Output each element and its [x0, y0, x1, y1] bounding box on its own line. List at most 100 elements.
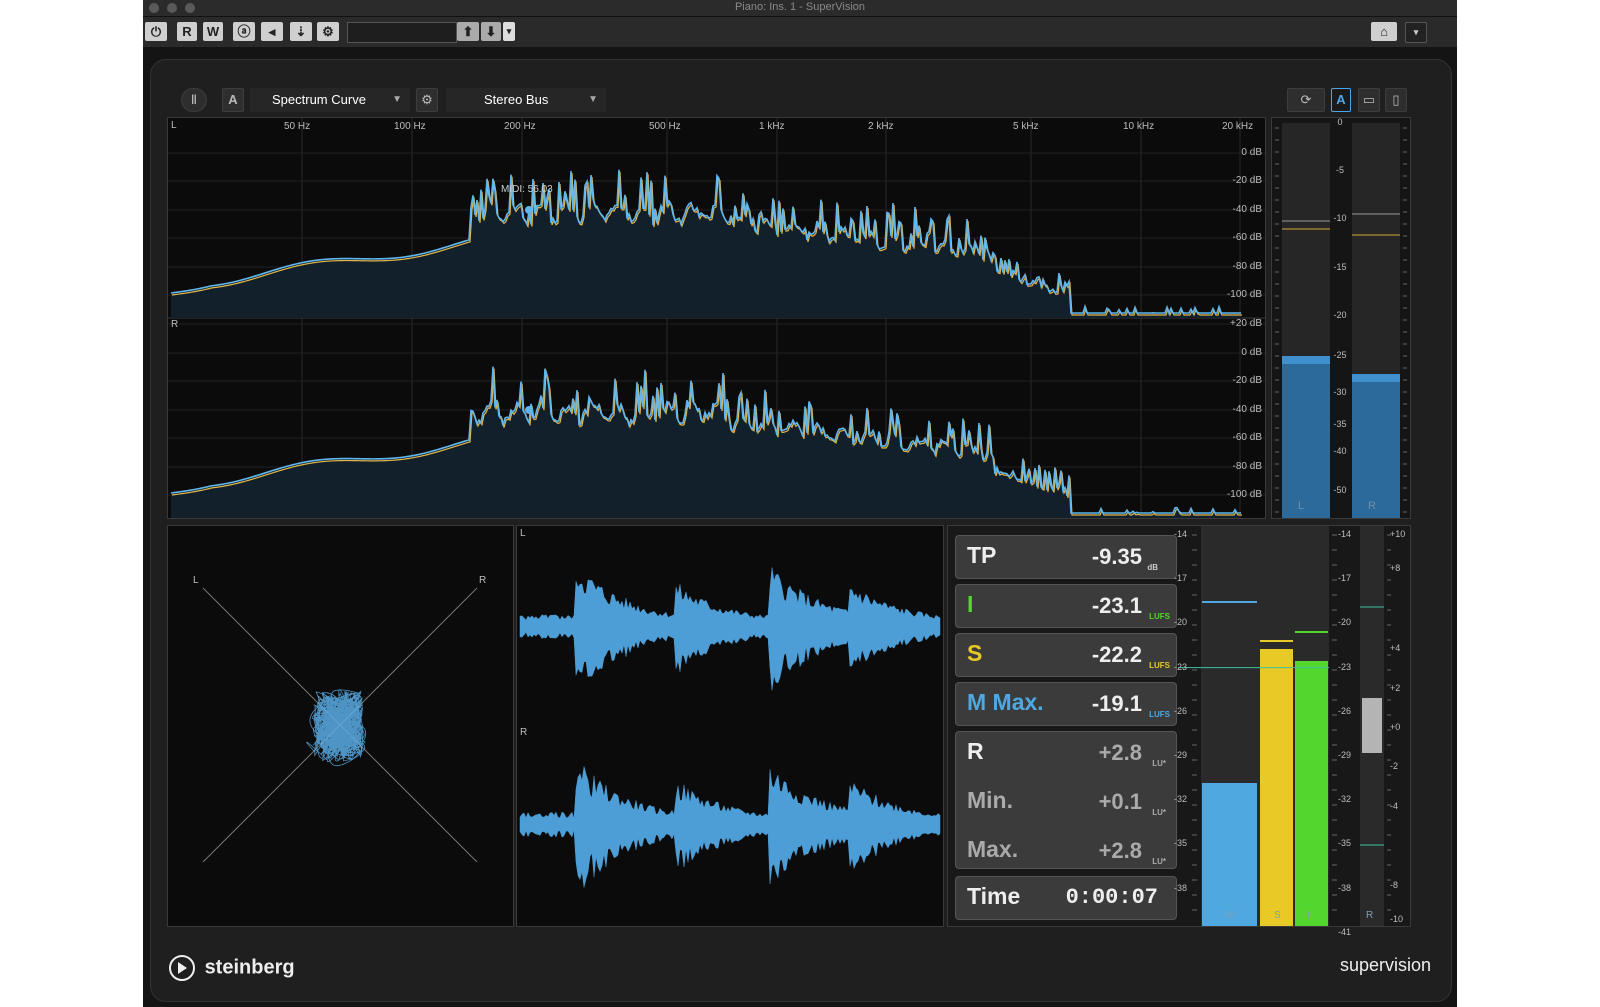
level-scale-label: -40 — [1333, 446, 1347, 456]
layout-side-icon[interactable]: ▯ — [1385, 88, 1407, 112]
steinberg-logo: steinberg — [169, 955, 295, 981]
dropdown-arrow-icon[interactable]: ▾ — [1405, 22, 1427, 43]
window-title: Piano: Ins. 1 - SuperVision — [734, 1, 866, 13]
max-unit: LU* — [1152, 857, 1166, 866]
preset-field[interactable] — [347, 22, 457, 43]
loudness-scale-r: -2 — [1390, 761, 1399, 771]
loudness-meter-graph — [1178, 526, 1391, 926]
right-a-button[interactable]: A — [1331, 88, 1351, 112]
waveform-graph — [519, 567, 941, 888]
level-meter-panel: L R 0 -5 -10 -15 -20 -25 -30 -35 -40 -50 — [1271, 117, 1411, 519]
preset-up-icon[interactable]: ⬆ — [457, 22, 479, 41]
power-icon[interactable]: ⏻ — [145, 22, 167, 41]
layout-bottom-icon[interactable]: ▭ — [1358, 88, 1380, 112]
freq-label: 5 kHz — [1013, 121, 1039, 132]
oscilloscope-L-label: L — [520, 528, 526, 539]
time-cell: Time 0:00:07 — [955, 876, 1177, 920]
monitor-icon[interactable]: ⓐ — [233, 22, 255, 41]
loudness-scale-r: -10 — [1390, 914, 1404, 924]
a-button[interactable]: A — [222, 88, 244, 112]
db-label-top: -80 dB — [1232, 261, 1262, 272]
meter-R-label: R — [1368, 500, 1376, 512]
min-unit: LU* — [1152, 808, 1166, 817]
mmax-value: -19.1 — [1091, 691, 1142, 716]
supervision-plugin: Ⅱ A Spectrum Curve ▼ ⚙ Stereo Bus ▼ ⟳ A … — [150, 59, 1452, 1002]
mmax-cell: M Max. -19.1 LUFS — [955, 682, 1177, 726]
loudness-scale-right: -29 — [1338, 750, 1352, 760]
tp-value: -9.35 — [1091, 544, 1142, 569]
tp-cell: TP -9.35 dB — [955, 535, 1177, 579]
db-label-bottom: -40 dB — [1232, 404, 1262, 415]
time-label: Time — [967, 883, 1021, 909]
channel-L-label: L — [171, 120, 177, 131]
loudness-scale-left: -38 — [1174, 882, 1188, 893]
db-label-bottom: -100 dB — [1226, 489, 1262, 500]
camera-icon[interactable]: ⌂ — [1371, 22, 1397, 41]
level-scale-label: -5 — [1335, 165, 1344, 175]
spectrum-panel: L R MIDI: 56.03 50 Hz 100 Hz 200 Hz 500 Hz 1… — [167, 117, 1266, 519]
plugin-window: Piano: Ins. 1 - SuperVision ⏻ R W ⓐ ◂ ⇣ … — [143, 0, 1457, 1007]
r-label: R — [967, 738, 984, 764]
freq-label: 50 Hz — [284, 121, 311, 132]
read-automation-button[interactable]: R — [177, 22, 197, 41]
left-arrow-icon[interactable]: ◂ — [261, 22, 283, 41]
loudness-scale-left: -20 — [1174, 617, 1188, 628]
preset-down-icon[interactable]: ⬇ — [481, 22, 501, 41]
max-label: Max. — [967, 836, 1019, 862]
loudness-scale-right: -14 — [1338, 529, 1352, 539]
db-label-bottom: +20 dB — [1230, 318, 1262, 329]
freq-label: 2 kHz — [868, 121, 894, 132]
module-select[interactable]: Spectrum Curve ▼ — [250, 88, 410, 112]
spectrum-graph — [168, 118, 1265, 518]
oscilloscope-R-label: R — [520, 727, 528, 738]
level-scale-label: 0 — [1337, 117, 1343, 127]
s-value: -22.2 — [1091, 642, 1142, 667]
tp-label: TP — [967, 542, 997, 568]
time-value: 0:00:07 — [1065, 885, 1158, 910]
loudness-scale-right: -26 — [1338, 705, 1352, 716]
write-automation-button[interactable]: W — [203, 22, 223, 41]
freq-label: 20 kHz — [1222, 121, 1254, 132]
loudness-scale-r: -4 — [1390, 801, 1399, 811]
freq-label: 200 Hz — [504, 121, 536, 132]
s-cell: S -22.2 LUFS — [955, 633, 1177, 677]
i-label: I — [967, 591, 974, 617]
mmax-unit: LUFS — [1149, 710, 1170, 719]
level-scale-label: -35 — [1333, 419, 1347, 429]
loudness-scale-r: +10 — [1390, 529, 1406, 539]
loudness-scale-left: -35 — [1174, 838, 1188, 849]
loudness-bar-label: I — [1307, 910, 1310, 921]
level-scale-label: -50 — [1333, 485, 1347, 495]
i-unit: LUFS — [1149, 612, 1170, 621]
db-label-bottom: 0 dB — [1241, 347, 1262, 358]
settings-icon[interactable]: ⚙ — [416, 88, 438, 112]
level-scale-label: -10 — [1333, 213, 1347, 223]
db-label-bottom: -20 dB — [1232, 375, 1262, 386]
db-label-top: -40 dB — [1232, 204, 1262, 215]
s-label: S — [967, 640, 983, 666]
chevron-down-icon: ▼ — [588, 94, 598, 105]
db-label-top: -60 dB — [1232, 232, 1262, 243]
product-name: supervision — [1339, 955, 1431, 975]
sync-icon[interactable]: ⟳ — [1287, 88, 1325, 112]
connection-icon[interactable]: ⇣ — [290, 22, 312, 41]
preset-menu-icon[interactable]: ▾ — [503, 22, 515, 41]
db-label-bottom: -60 dB — [1232, 432, 1262, 443]
bus-select[interactable]: Stereo Bus ▼ — [446, 88, 606, 112]
loudness-scale-r: -8 — [1390, 880, 1399, 890]
play-circle-icon — [169, 955, 195, 981]
loudness-scale-right: -38 — [1338, 882, 1352, 893]
gear-icon[interactable]: ⚙ — [317, 22, 339, 41]
brand-name: steinberg — [204, 956, 295, 979]
loudness-scale-r: +4 — [1390, 643, 1401, 653]
loudness-scale-r: +0 — [1390, 722, 1401, 732]
pause-icon[interactable]: Ⅱ — [181, 88, 207, 112]
loudness-scale-left: -29 — [1174, 750, 1188, 760]
host-toolbar: ⏻ R W ⓐ ◂ ⇣ ⚙ ⬆ ⬇ ▾ ⌂ ▾ — [143, 17, 1457, 47]
i-cell: I -23.1 LUFS — [955, 584, 1177, 628]
vectorscope-R-label: R — [479, 575, 487, 586]
tp-unit: dB — [1147, 563, 1158, 572]
loudness-panel: TP -9.35 dB I -23.1 LUFS S -22.2 LUFS M … — [947, 525, 1411, 937]
loudness-bar-label: M — [1225, 910, 1234, 921]
loudness-scale-right: -20 — [1338, 617, 1352, 628]
